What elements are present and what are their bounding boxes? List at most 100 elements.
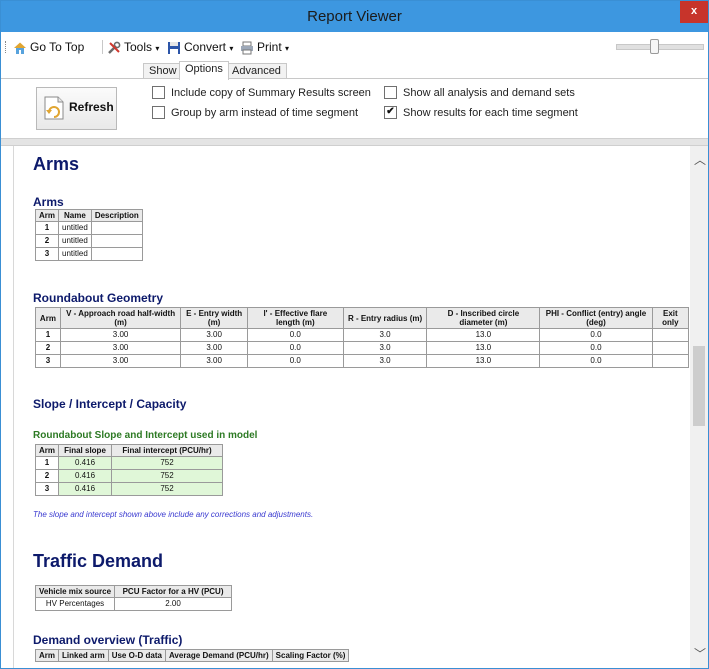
table-cell: untitled xyxy=(58,221,92,235)
scroll-down-icon[interactable]: ﹀ xyxy=(694,645,706,662)
checkbox-box[interactable] xyxy=(152,105,165,119)
table-header-row: Arm V - Approach road half-width (m) E -… xyxy=(35,307,689,329)
group-by-arm-checkbox[interactable]: Group by arm instead of time segment xyxy=(152,105,359,120)
toolbar-separator xyxy=(102,40,103,54)
slope-table: Arm Final slope Final intercept (PCU/hr)… xyxy=(34,444,224,496)
scrollbar-thumb[interactable] xyxy=(693,346,705,426)
tab-advanced[interactable]: Advanced xyxy=(226,63,287,79)
table-cell: 3.00 xyxy=(59,328,182,342)
refresh-label: Refresh xyxy=(69,100,114,114)
table-cell: 3.00 xyxy=(180,328,248,342)
vehicle-mix-table: Vehicle mix source PCU Factor for a HV (… xyxy=(34,585,233,611)
table-cell: 3 xyxy=(34,247,60,261)
table-header-cell: PCU Factor for a HV (PCU) xyxy=(114,585,233,598)
table-header-cell: Average Demand (PCU/hr) xyxy=(164,649,273,662)
show-each-segment-checkbox[interactable]: ✔ Show results for each time segment xyxy=(384,105,578,120)
table-row: 1 untitled xyxy=(34,221,143,235)
table-cell: HV Percentages xyxy=(34,597,116,611)
table-header-cell: Description xyxy=(90,209,143,222)
checkbox-box[interactable] xyxy=(384,85,397,99)
table-row: 3 3.00 3.00 0.0 3.0 13.0 0.0 xyxy=(35,354,689,368)
table-row: 1 3.00 3.00 0.0 3.0 13.0 0.0 xyxy=(35,328,689,342)
show-all-sets-label: Show all analysis and demand sets xyxy=(403,87,575,99)
table-cell: 752 xyxy=(111,469,224,483)
tools-menu[interactable]: Tools ▾ xyxy=(107,39,159,55)
table-cell: 3.00 xyxy=(59,341,182,355)
traffic-demand-heading: Traffic Demand xyxy=(33,551,164,571)
arms-subheading: Arms xyxy=(33,195,64,209)
close-button[interactable]: x xyxy=(680,1,708,23)
table-row: 2 0.416 752 xyxy=(34,469,224,483)
table-header-row: Arm Linked arm Use O-D data Average Dema… xyxy=(34,649,350,662)
table-header-cell: V - Approach road half-width (m) xyxy=(59,307,182,329)
table-header-cell: Vehicle mix source xyxy=(34,585,116,598)
demand-overview-table: Arm Linked arm Use O-D data Average Dema… xyxy=(34,649,350,662)
zoom-slider-thumb[interactable] xyxy=(650,39,659,54)
show-each-segment-label: Show results for each time segment xyxy=(403,107,578,119)
table-cell: untitled xyxy=(58,247,92,261)
table-header-row: Arm Name Description xyxy=(34,209,143,222)
table-cell: 3.00 xyxy=(59,354,182,368)
floppy-disk-icon xyxy=(168,41,180,54)
table-cell: 3.0 xyxy=(342,341,428,355)
table-cell: 0.416 xyxy=(58,469,113,483)
tab-show[interactable]: Show xyxy=(143,63,183,79)
table-header-row: Vehicle mix source PCU Factor for a HV (… xyxy=(34,585,233,598)
table-cell: 13.0 xyxy=(426,328,541,342)
table-cell: 3.00 xyxy=(180,341,248,355)
table-header-row: Arm Final slope Final intercept (PCU/hr) xyxy=(34,444,224,457)
vertical-scrollbar[interactable]: ︿ ﹀ xyxy=(690,146,708,668)
chevron-down-icon: ▾ xyxy=(229,44,234,53)
zoom-slider-track[interactable] xyxy=(616,44,704,50)
table-cell: 13.0 xyxy=(426,354,541,368)
tools-label: Tools xyxy=(124,40,153,54)
table-header-cell: PHI - Conflict (entry) angle (deg) xyxy=(539,307,653,329)
table-header-cell: Use O-D data xyxy=(107,649,166,662)
checkbox-box[interactable] xyxy=(152,85,165,99)
table-header-cell: Arm xyxy=(35,307,61,329)
table-cell: 2.00 xyxy=(114,597,233,611)
table-cell: 0.0 xyxy=(246,354,344,368)
table-row: 1 0.416 752 xyxy=(34,456,224,470)
table-row: 3 untitled xyxy=(34,247,143,261)
table-cell: 3.00 xyxy=(180,354,248,368)
table-cell: 2 xyxy=(34,469,60,483)
table-header-cell: Name xyxy=(58,209,92,222)
refresh-button[interactable]: Refresh xyxy=(36,87,117,130)
printer-icon xyxy=(241,41,253,55)
checkmark-icon[interactable]: ✔ xyxy=(384,105,397,119)
table-cell: 0.0 xyxy=(246,341,344,355)
table-cell: 0.416 xyxy=(58,482,113,496)
table-cell: 3.0 xyxy=(342,354,428,368)
convert-menu[interactable]: Convert ▾ xyxy=(167,39,233,55)
table-row: 2 untitled xyxy=(34,234,143,248)
print-menu[interactable]: Print ▾ xyxy=(240,39,289,55)
table-cell: 0.0 xyxy=(539,341,653,355)
demand-overview-heading: Demand overview (Traffic) xyxy=(33,633,183,647)
table-cell xyxy=(651,354,689,368)
include-summary-checkbox[interactable]: Include copy of Summary Results screen xyxy=(152,85,371,100)
geometry-heading: Roundabout Geometry xyxy=(33,291,164,305)
table-row: 2 3.00 3.00 0.0 3.0 13.0 0.0 xyxy=(35,341,689,355)
slope-subheading: Roundabout Slope and Intercept used in m… xyxy=(33,430,258,441)
scroll-up-icon[interactable]: ︿ xyxy=(694,151,706,168)
group-by-arm-label: Group by arm instead of time segment xyxy=(171,107,359,119)
table-cell: 13.0 xyxy=(426,341,541,355)
include-summary-label: Include copy of Summary Results screen xyxy=(171,87,371,99)
table-cell xyxy=(90,234,143,248)
show-all-sets-checkbox[interactable]: Show all analysis and demand sets xyxy=(384,85,575,100)
table-cell: 3 xyxy=(34,482,60,496)
panel-splitter[interactable] xyxy=(1,138,708,146)
table-cell xyxy=(651,341,689,355)
table-cell: untitled xyxy=(58,234,92,248)
table-cell: 2 xyxy=(34,234,60,248)
table-header-cell: D - Inscribed circle diameter (m) xyxy=(426,307,541,329)
go-to-top-button[interactable]: Go To Top xyxy=(13,39,84,55)
table-cell: 752 xyxy=(111,482,224,496)
tab-options[interactable]: Options xyxy=(179,61,229,80)
table-header-cell: Final slope xyxy=(58,444,113,457)
toolbar-grip[interactable] xyxy=(5,41,8,53)
convert-label: Convert xyxy=(184,40,227,54)
tools-icon xyxy=(108,41,121,54)
table-header-cell: Arm xyxy=(34,444,60,457)
